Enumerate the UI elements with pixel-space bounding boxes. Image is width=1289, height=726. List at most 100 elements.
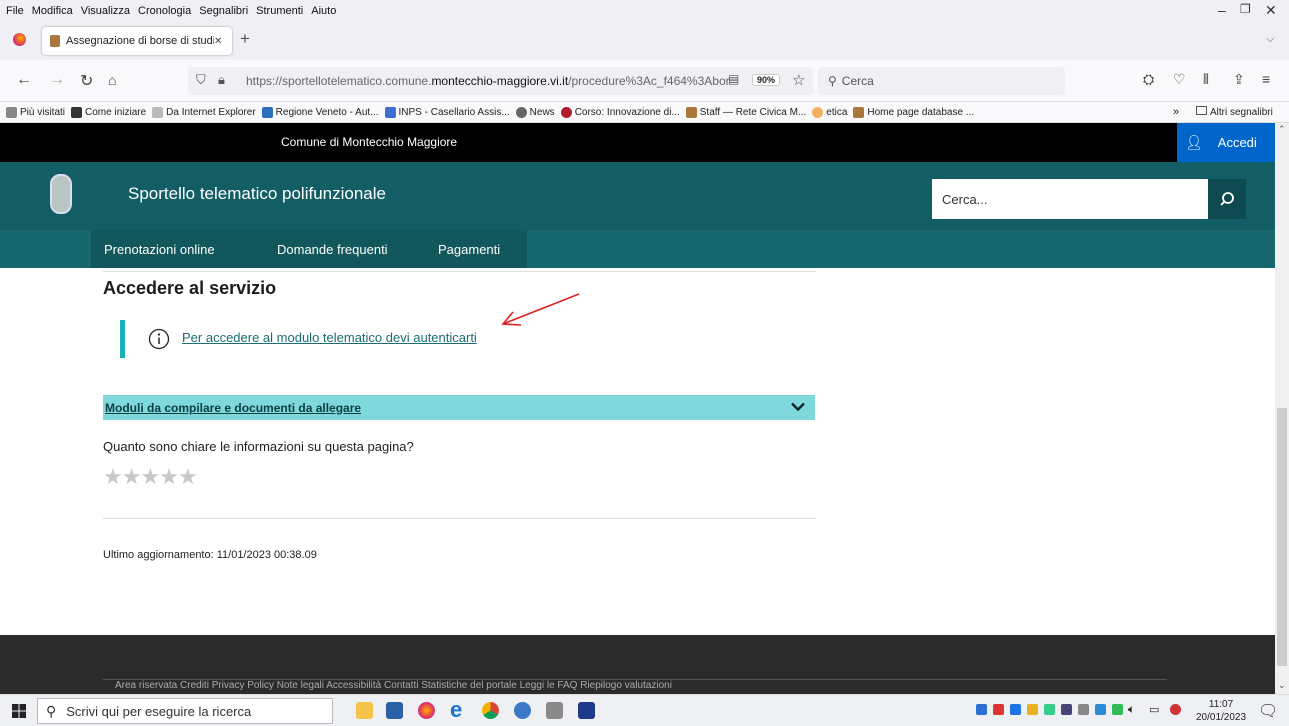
site-search-input[interactable]: Cerca... (932, 179, 1208, 219)
tray-icon[interactable] (1095, 704, 1106, 715)
back-icon[interactable]: ← (16, 71, 32, 89)
tray-icon[interactable] (1170, 704, 1181, 715)
bookmark-item[interactable]: Come iniziare (71, 106, 146, 118)
bookmark-item[interactable]: Corso: Innovazione di... (560, 106, 680, 118)
authenticate-link[interactable]: Per accedere al modulo telematico devi a… (182, 330, 477, 345)
notifications-icon[interactable]: 🗨︎ (1258, 701, 1278, 721)
site-title[interactable]: Sportello telematico polifunzionale (128, 184, 386, 204)
tray-icon[interactable] (976, 704, 987, 715)
tab-strip: Assegnazione di borse di studio ✕ + ⌵ (0, 22, 1289, 60)
scroll-up-icon[interactable]: ⌃ (1278, 124, 1286, 135)
taskbar-search-placeholder: Scrivi qui per eseguire la ricerca (66, 703, 252, 719)
bookmark-item[interactable]: Staff — Rete Civica M... (685, 106, 806, 118)
tab-active[interactable]: Assegnazione di borse di studio ✕ (42, 27, 232, 55)
tray-icon[interactable] (1061, 704, 1072, 715)
app-icon[interactable] (578, 702, 595, 719)
app-icon[interactable] (514, 702, 531, 719)
lock-icon[interactable]: 🔒︎ (218, 72, 225, 88)
internet-explorer-icon[interactable]: e (450, 699, 470, 721)
accordion-moduli[interactable]: Moduli da compilare e documenti da alleg… (103, 395, 815, 420)
reload-icon[interactable]: ↻ (80, 71, 93, 91)
windows-start-icon[interactable] (12, 704, 26, 718)
login-button[interactable]: 👤︎ Accedi (1177, 123, 1275, 162)
browser-search-placeholder: Cerca (841, 74, 874, 88)
bookmark-item[interactable]: Da Internet Explorer (152, 106, 256, 118)
menu-file[interactable]: File (0, 5, 28, 17)
scroll-down-icon[interactable]: ⌄ (1278, 680, 1286, 691)
network-icon[interactable]: ▭ (1149, 703, 1159, 716)
taskbar-search[interactable]: ⚲ Scrivi qui per eseguire la ricerca (37, 698, 333, 724)
bookmarks-overflow-icon[interactable]: » (1173, 106, 1179, 118)
app-icon[interactable] (386, 702, 403, 719)
tab-close-icon[interactable]: ✕ (214, 36, 222, 47)
site-search-button[interactable] (1208, 179, 1246, 219)
user-icon: 👤︎ (1185, 134, 1203, 150)
municipality-name[interactable]: Comune di Montecchio Maggiore (281, 135, 457, 149)
accordion-label[interactable]: Moduli da compilare e documenti da alleg… (105, 401, 361, 415)
nav-pagamenti[interactable]: Pagamenti (438, 230, 500, 268)
bookmark-item[interactable]: Più visitati (6, 106, 65, 118)
menu-strumenti[interactable]: Strumenti (252, 5, 307, 17)
star-icon[interactable]: ★ (122, 464, 142, 490)
star-icon[interactable]: ★ (103, 464, 123, 490)
scrollbar-thumb[interactable] (1277, 408, 1287, 666)
info-callout: Per accedere al modulo telematico devi a… (120, 320, 500, 358)
bookmark-item[interactable]: Regione Veneto - Aut... (261, 106, 379, 118)
footer-links[interactable]: Area riservata Crediti Privacy Policy No… (115, 680, 672, 691)
bookmark-item[interactable]: Home page database ... (853, 106, 974, 118)
close-window-icon[interactable]: ✕ (1265, 2, 1277, 19)
browser-search[interactable]: ⚲ Cerca (818, 67, 1065, 95)
tray-icon[interactable] (1078, 704, 1089, 715)
extensions-icon[interactable]: ⛭ (1143, 71, 1154, 88)
bookmark-item[interactable]: News (515, 106, 555, 118)
minimize-icon[interactable]: – (1218, 2, 1226, 18)
tray-icon[interactable] (1112, 704, 1123, 715)
reader-view-icon[interactable]: ▤ (728, 72, 739, 86)
other-bookmarks[interactable]: Altri segnalibri (1196, 106, 1273, 118)
library-icon[interactable]: ⫴ (1203, 71, 1209, 88)
firefox-logo-icon[interactable] (13, 33, 26, 46)
tray-icon[interactable] (993, 704, 1004, 715)
menu-aiuto[interactable]: Aiuto (307, 5, 340, 17)
forward-icon[interactable]: → (49, 71, 65, 89)
section-heading: Accedere al servizio (103, 278, 277, 298)
main-navigation: Prenotazioni online Domande frequenti Pa… (0, 230, 1275, 268)
bookmark-item[interactable]: INPS - Casellario Assis... (384, 106, 510, 118)
tray-icon[interactable] (1027, 704, 1038, 715)
nav-domande-frequenti[interactable]: Domande frequenti (277, 230, 388, 268)
chrome-icon[interactable] (482, 702, 499, 719)
firefox-icon[interactable] (418, 702, 435, 719)
system-clock[interactable]: 11:07 20/01/2023 (1196, 698, 1246, 724)
clock-date: 20/01/2023 (1196, 712, 1247, 723)
share-icon[interactable]: ⇪ (1233, 71, 1245, 88)
info-icon (148, 328, 170, 350)
app-menu-icon[interactable]: ≡ (1262, 71, 1270, 87)
menu-cronologia[interactable]: Cronologia (134, 5, 195, 17)
restore-icon[interactable]: ❐ (1240, 2, 1251, 16)
nav-prenotazioni[interactable]: Prenotazioni online (104, 230, 215, 268)
menu-visualizza[interactable]: Visualizza (77, 5, 134, 17)
zoom-level[interactable]: 90% (752, 74, 781, 86)
home-icon[interactable]: ⌂ (108, 72, 116, 88)
bookmark-item[interactable]: etica (812, 106, 847, 118)
app-icon[interactable] (546, 702, 563, 719)
municipality-crest-icon[interactable] (50, 174, 72, 214)
menu-segnalibri[interactable]: Segnalibri (195, 5, 252, 17)
new-tab-button[interactable]: + (240, 29, 250, 49)
star-icon[interactable]: ★ (140, 464, 160, 490)
tray-icon[interactable] (1044, 704, 1055, 715)
url-bar[interactable]: ⛉ 🔒︎ https://sportellotelematico.comune.… (188, 67, 813, 95)
file-explorer-icon[interactable] (356, 702, 373, 719)
star-icon[interactable]: ★ (159, 464, 179, 490)
list-tabs-icon[interactable]: ⌵ (1266, 33, 1274, 46)
url-path: /procedure%3Ac_f464%3Abor (568, 74, 730, 88)
volume-icon[interactable]: 🔈︎ (1128, 702, 1135, 717)
menu-modifica[interactable]: Modifica (28, 5, 77, 17)
chevron-down-icon[interactable] (791, 402, 805, 412)
shield-icon[interactable]: ⛉ (196, 72, 206, 88)
bookmark-star-icon[interactable]: ☆ (792, 71, 805, 89)
tray-icon[interactable] (1010, 704, 1021, 715)
star-rating[interactable]: ★ ★ ★ ★ ★ (103, 464, 198, 490)
star-icon[interactable]: ★ (178, 464, 198, 490)
pocket-icon[interactable]: ♡ (1173, 71, 1186, 88)
